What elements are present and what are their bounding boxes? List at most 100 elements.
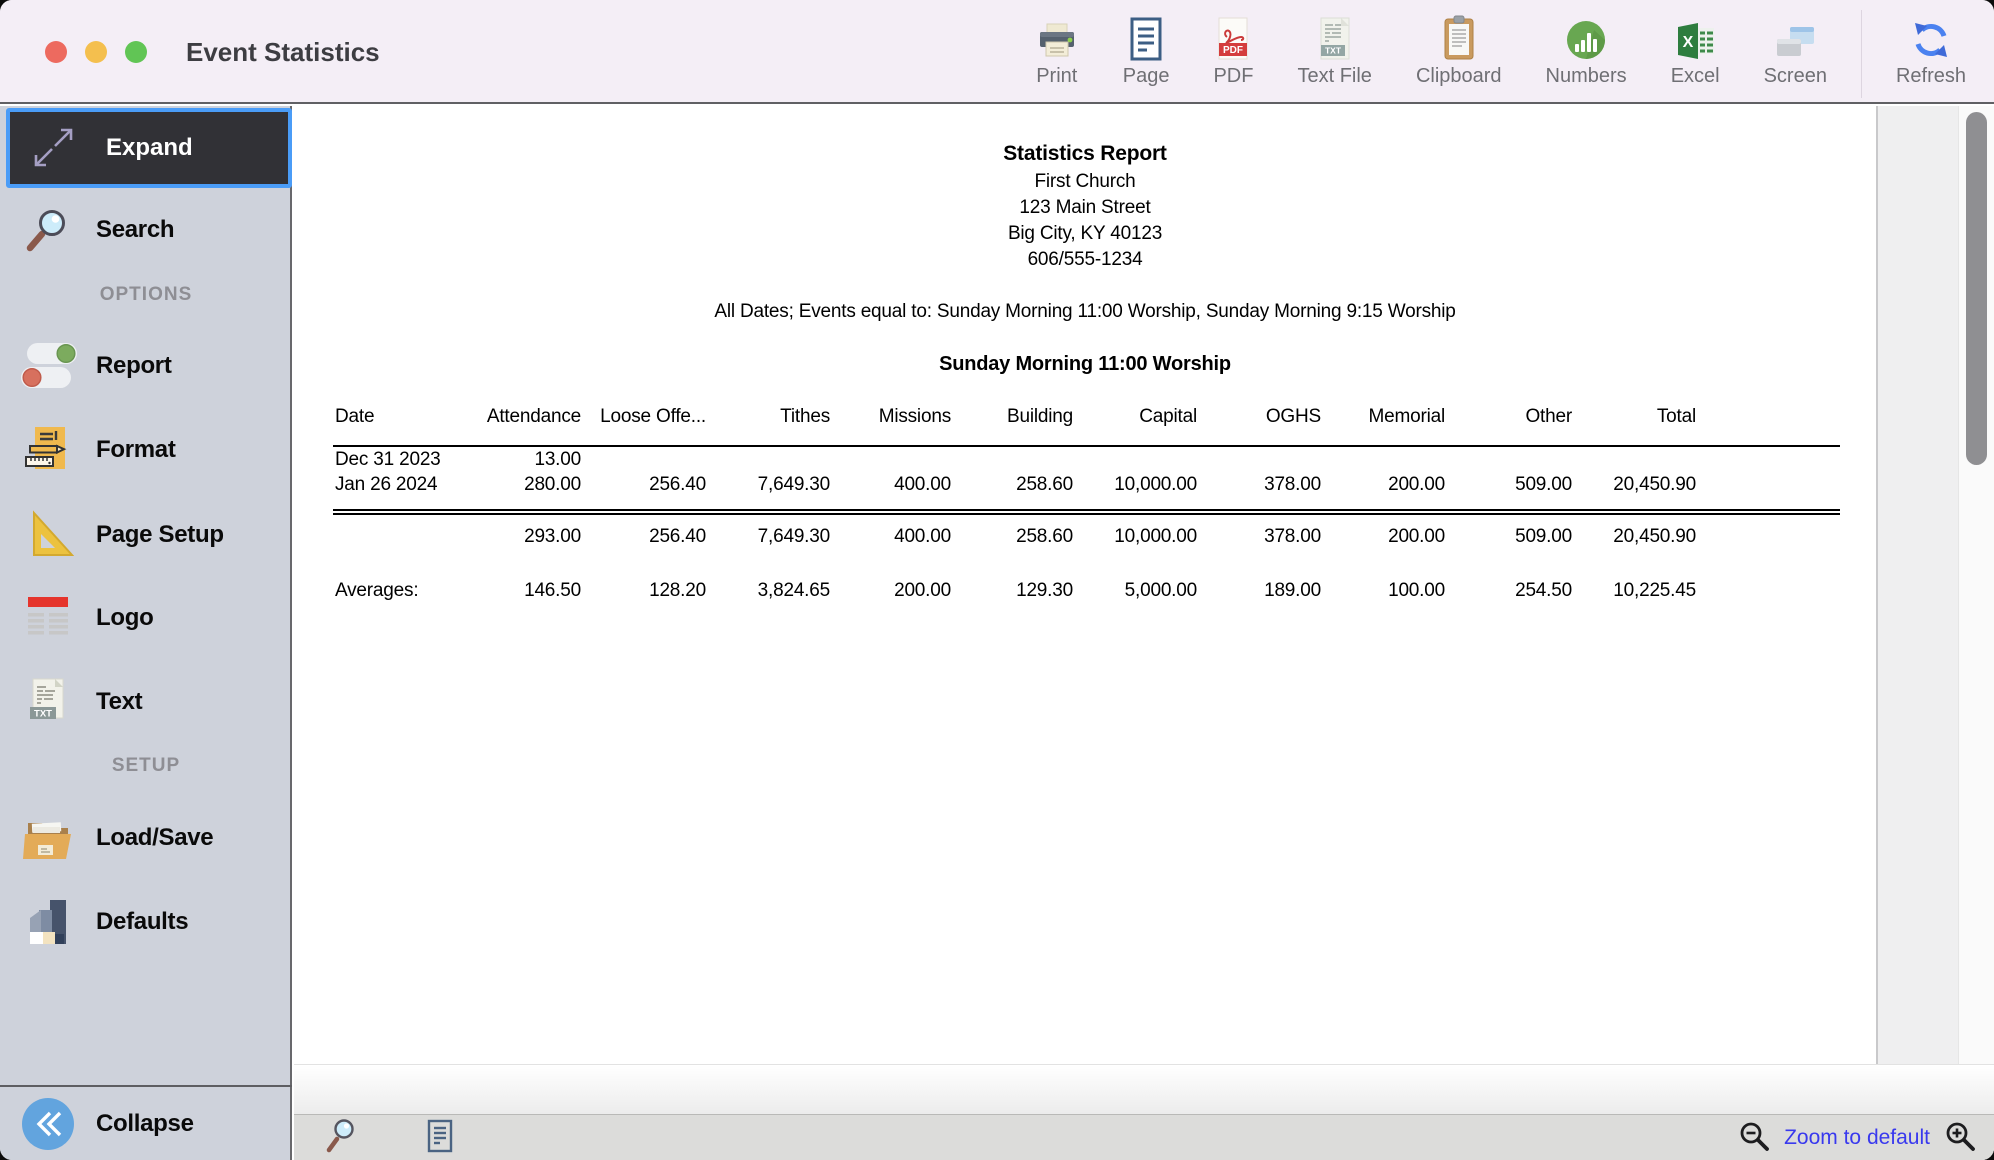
cell: 10,000.00 bbox=[1073, 472, 1197, 498]
scrollbar-thumb[interactable] bbox=[1966, 112, 1987, 465]
column-header: Missions bbox=[830, 398, 951, 446]
toolbar-label-page: Page bbox=[1123, 65, 1170, 88]
sidebar-item-text[interactable]: TXT Text bbox=[0, 669, 292, 735]
sidebar-item-search[interactable]: Search bbox=[0, 197, 292, 263]
cell: 128.20 bbox=[581, 558, 706, 614]
toolbar-button-screen[interactable]: Screen bbox=[1764, 10, 1827, 88]
toolbar-button-pdf[interactable]: PDF PDF bbox=[1213, 10, 1253, 88]
cell: 10,225.45 bbox=[1572, 558, 1696, 614]
statusbar: Zoom to default bbox=[294, 1114, 1994, 1160]
refresh-icon bbox=[1909, 10, 1953, 62]
vertical-scrollbar[interactable] bbox=[1958, 106, 1994, 1064]
sidebar-item-label: Collapse bbox=[96, 1110, 194, 1138]
search-report-button[interactable] bbox=[324, 1116, 360, 1160]
sidebar-item-expand[interactable]: Expand bbox=[6, 108, 292, 188]
toolbar-button-numbers[interactable]: Numbers bbox=[1546, 10, 1627, 88]
column-header: Other bbox=[1445, 398, 1572, 446]
cell-filler bbox=[1696, 446, 1840, 472]
cell: 7,649.30 bbox=[706, 514, 830, 558]
toolbar-label-text-file: Text File bbox=[1297, 65, 1371, 88]
sidebar-item-load-save[interactable]: Load/Save bbox=[0, 805, 292, 871]
sidebar-item-label: Expand bbox=[106, 134, 193, 162]
cell: 378.00 bbox=[1197, 514, 1321, 558]
sidebar-item-defaults[interactable]: Defaults bbox=[0, 889, 292, 955]
zoom-controls: Zoom to default bbox=[1738, 1115, 1976, 1160]
sidebar-item-page-setup[interactable]: Page Setup bbox=[0, 502, 292, 568]
toolbar-label-pdf: PDF bbox=[1213, 65, 1253, 88]
cell: 100.00 bbox=[1321, 558, 1445, 614]
cell: 509.00 bbox=[1445, 514, 1572, 558]
column-header: Tithes bbox=[706, 398, 830, 446]
toolbar-button-excel[interactable]: X Excel bbox=[1671, 10, 1720, 88]
column-header: Loose Offe... bbox=[581, 398, 706, 446]
sidebar-item-label: Page Setup bbox=[96, 521, 224, 549]
window-controls bbox=[45, 41, 147, 63]
svg-text:TXT: TXT bbox=[1325, 46, 1342, 56]
cell: 5,000.00 bbox=[1073, 558, 1197, 614]
folder-icon bbox=[0, 813, 96, 863]
sidebar-item-logo[interactable]: Logo bbox=[0, 585, 292, 651]
expand-icon bbox=[10, 124, 98, 172]
toggles-icon bbox=[0, 340, 96, 392]
toolbar-button-print[interactable]: Print bbox=[1035, 10, 1079, 88]
zoom-out-button[interactable] bbox=[1738, 1120, 1770, 1157]
sidebar-item-label: Defaults bbox=[96, 908, 188, 936]
txt-document-icon: TXT bbox=[0, 676, 96, 728]
report-table: Date Attendance Loose Offe... Tithes Mis… bbox=[333, 398, 1840, 614]
close-window-button[interactable] bbox=[45, 41, 67, 63]
page-view-button[interactable] bbox=[426, 1119, 454, 1158]
spacer-row bbox=[333, 498, 1840, 510]
sidebar-item-report[interactable]: Report bbox=[0, 333, 292, 399]
toolbar-button-text-file[interactable]: TXT Text File bbox=[1297, 10, 1371, 88]
cell: 146.50 bbox=[463, 558, 581, 614]
cell: 280.00 bbox=[463, 472, 581, 498]
totals-row: 293.00 256.40 7,649.30 400.00 258.60 10,… bbox=[333, 514, 1840, 558]
zoom-in-button[interactable] bbox=[1944, 1120, 1976, 1157]
cell: 400.00 bbox=[830, 472, 951, 498]
cell bbox=[1197, 446, 1321, 472]
cell bbox=[951, 446, 1073, 472]
statusbar-left-buttons bbox=[324, 1115, 454, 1160]
sidebar-item-label: Report bbox=[96, 352, 172, 380]
column-header: Total bbox=[1572, 398, 1696, 446]
toolbar-label-screen: Screen bbox=[1764, 65, 1827, 88]
toolbar-divider bbox=[1861, 10, 1862, 98]
sidebar: Expand Search OPTIONS bbox=[0, 106, 292, 1160]
cell: 200.00 bbox=[1321, 514, 1445, 558]
titlebar: Event Statistics Print bbox=[0, 0, 1994, 104]
cell bbox=[1073, 446, 1197, 472]
zoom-to-default-link[interactable]: Zoom to default bbox=[1784, 1126, 1930, 1150]
cell bbox=[706, 446, 830, 472]
sidebar-item-label: Search bbox=[96, 216, 174, 244]
cell-filler bbox=[1696, 472, 1840, 498]
cell: 200.00 bbox=[1321, 472, 1445, 498]
cell: 293.00 bbox=[463, 514, 581, 558]
cell: 10,000.00 bbox=[1073, 514, 1197, 558]
report-filter-line: All Dates; Events equal to: Sunday Morni… bbox=[294, 301, 1876, 323]
report-address-line2: Big City, KY 40123 bbox=[294, 223, 1876, 245]
cell-filler bbox=[1696, 558, 1840, 614]
minimize-window-button[interactable] bbox=[85, 41, 107, 63]
column-header: Attendance bbox=[463, 398, 581, 446]
svg-text:TXT: TXT bbox=[34, 709, 52, 720]
sidebar-item-collapse[interactable]: Collapse bbox=[0, 1085, 292, 1160]
toolbar-button-refresh[interactable]: Refresh bbox=[1896, 10, 1966, 88]
numbers-icon bbox=[1564, 10, 1608, 62]
sidebar-item-format[interactable]: Format bbox=[0, 417, 292, 483]
cell bbox=[1572, 446, 1696, 472]
column-header: Memorial bbox=[1321, 398, 1445, 446]
cell: Dec 31 2023 bbox=[333, 446, 463, 472]
report-address-line1: 123 Main Street bbox=[294, 197, 1876, 219]
averages-row: Averages: 146.50 128.20 3,824.65 200.00 … bbox=[333, 558, 1840, 614]
cell bbox=[1445, 446, 1572, 472]
zoom-window-button[interactable] bbox=[125, 41, 147, 63]
cell bbox=[333, 514, 463, 558]
toolbar-button-page[interactable]: Page bbox=[1123, 10, 1170, 88]
pdf-icon: PDF bbox=[1215, 10, 1251, 62]
svg-text:PDF: PDF bbox=[1223, 45, 1243, 56]
toolbar-button-clipboard[interactable]: Clipboard bbox=[1416, 10, 1502, 88]
report-org-name: First Church bbox=[294, 171, 1876, 193]
sidebar-item-label: Logo bbox=[96, 604, 153, 632]
column-header: Capital bbox=[1073, 398, 1197, 446]
cell: 256.40 bbox=[581, 472, 706, 498]
